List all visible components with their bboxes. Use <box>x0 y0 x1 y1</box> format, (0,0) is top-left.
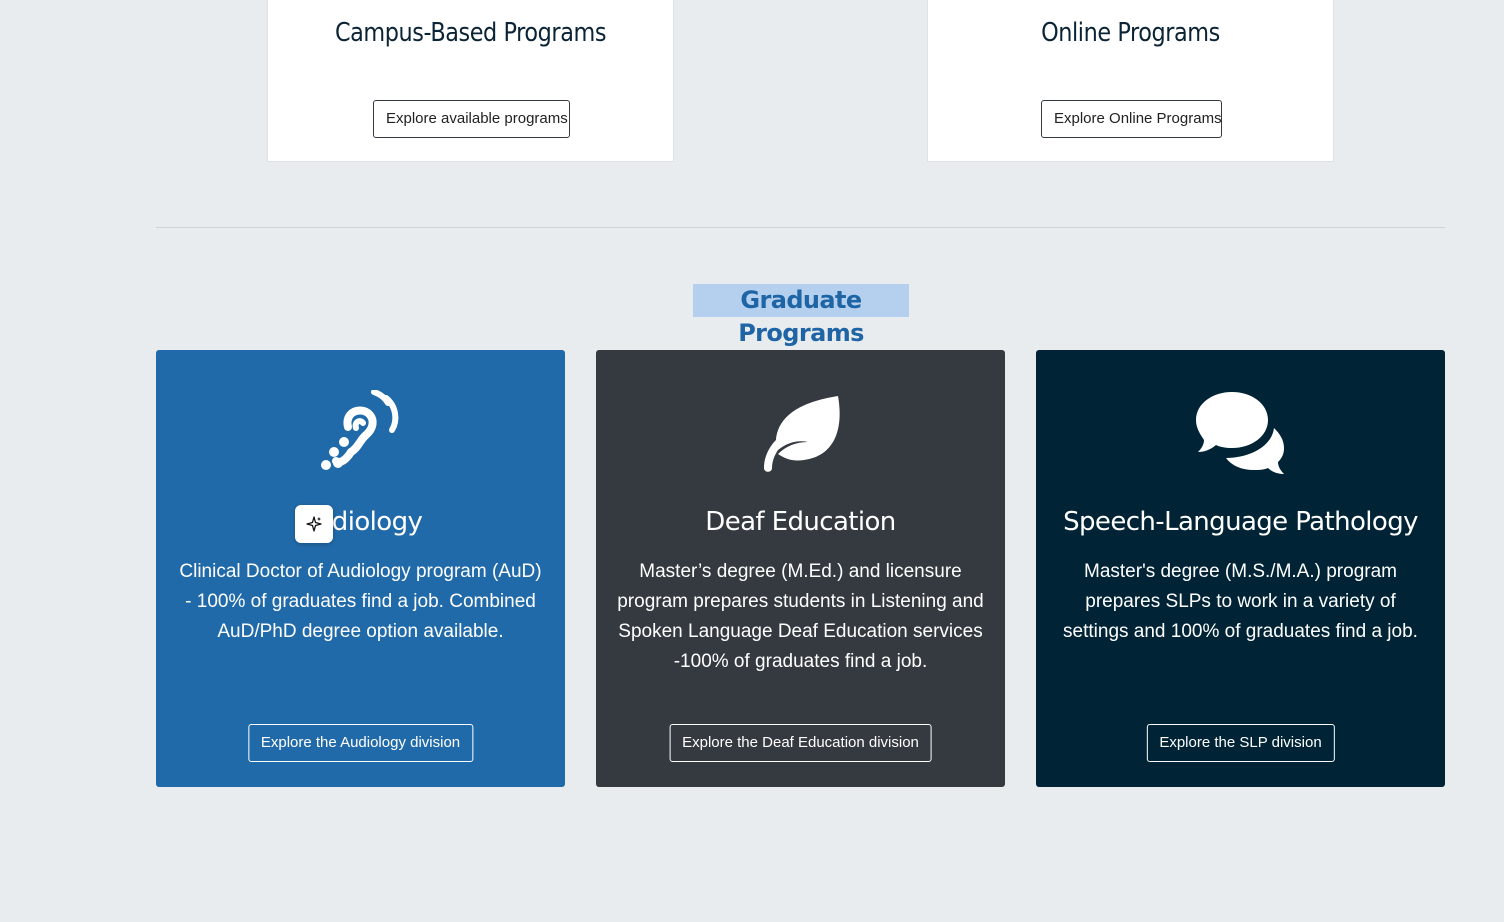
explore-deaf-education-button[interactable]: Explore the Deaf Education division <box>669 724 932 762</box>
slp-description: Master's degree (M.S./M.A.) program prep… <box>1063 561 1418 642</box>
leaf-icon <box>763 396 840 472</box>
deaf-education-description: Master’s degree (M.Ed.) and licensure pr… <box>617 561 984 672</box>
audiology-description: Clinical Doctor of Audiology program (Au… <box>179 561 542 642</box>
explore-available-programs-button[interactable]: Explore available programs <box>373 100 570 138</box>
explore-audiology-button[interactable]: Explore the Audiology division <box>247 724 474 762</box>
slp-title: Speech-Language Pathology <box>1063 507 1418 537</box>
graduate-programs-title: Graduate Programs <box>693 284 909 347</box>
explore-online-programs-button[interactable]: Explore Online Programs <box>1041 100 1222 138</box>
campus-programs-title: Campus-Based Programs <box>334 18 607 48</box>
section-divider <box>156 227 1445 228</box>
online-programs-title: Online Programs <box>1041 18 1220 48</box>
sparkle-button[interactable] <box>295 505 333 543</box>
online-programs-card: Online Programs Explore Online Programs <box>927 0 1334 162</box>
deaf-education-card: Deaf Education Master’s degree (M.Ed.) a… <box>596 350 1005 787</box>
page: Campus-Based Programs Explore available … <box>0 0 1504 922</box>
audiology-title: Audiology <box>298 507 423 537</box>
sparkle-icon <box>306 516 322 532</box>
deaf-education-title: Deaf Education <box>705 507 896 537</box>
comments-icon <box>1195 392 1284 474</box>
audiology-card: Audiology Clinical Doctor of Audiology p… <box>156 350 565 787</box>
explore-slp-button[interactable]: Explore the SLP division <box>1146 724 1335 762</box>
campus-programs-card: Campus-Based Programs Explore available … <box>267 0 674 162</box>
slp-card: Speech-Language Pathology Master's degre… <box>1036 350 1445 787</box>
assistive-listening-icon <box>320 390 398 470</box>
